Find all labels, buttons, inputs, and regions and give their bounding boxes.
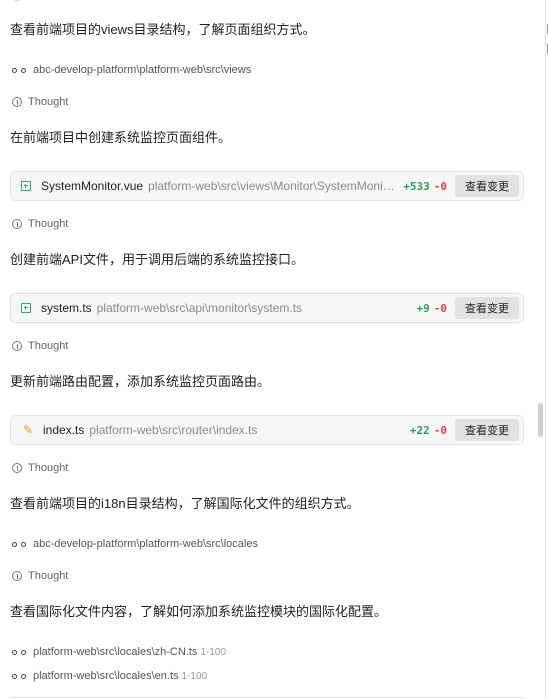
thought-label: Thought [28, 570, 69, 582]
thought-toggle[interactable]: Thought [12, 218, 68, 230]
thought-label: Thought [28, 96, 69, 108]
file-change-card[interactable]: SystemMonitor.vue platform-web\src\views… [10, 171, 524, 201]
ref-path: platform-web\src\locales\en.ts [33, 670, 179, 682]
info-circle-icon [12, 571, 22, 581]
thought-toggle[interactable]: Thought [12, 340, 68, 352]
assistant-message: 查看国际化文件内容，了解如何添加系统监控模块的国际化配置。 [10, 604, 388, 619]
ref-path: abc-develop-platform\platform-web\src\lo… [33, 538, 258, 550]
file-name: SystemMonitor.vue [41, 179, 144, 193]
directory-ref-views[interactable]: abc-develop-platform\platform-web\src\vi… [12, 64, 251, 76]
glasses-icon [12, 67, 26, 74]
file-name: index.ts [43, 423, 85, 437]
assistant-message: 更新前端路由配置，添加系统监控页面路由。 [10, 374, 271, 389]
ref-path: platform-web\src\locales\zh-CN.ts [33, 646, 198, 658]
file-path: platform-web\src\views\Monitor\SystemMon… [148, 179, 396, 193]
file-change-card[interactable]: system.ts platform-web\src\api\monitor\s… [10, 293, 524, 323]
assistant-message: 创建前端API文件，用于调用后端的系统监控接口。 [10, 252, 304, 267]
lines-deleted: -0 [433, 423, 447, 437]
view-changes-button[interactable]: 查看变更 [455, 175, 519, 197]
lines-added: +9 [416, 301, 430, 315]
thought-label: Thought [28, 462, 69, 474]
file-name: system.ts [41, 301, 92, 315]
lines-deleted: -0 [433, 301, 447, 315]
file-path: platform-web\src\router\index.ts [89, 423, 258, 437]
assistant-message: 查看前端项目的i18n目录结构，了解国际化文件的组织方式。 [10, 496, 360, 511]
view-changes-button[interactable]: 查看变更 [455, 419, 519, 441]
info-circle-icon [12, 219, 22, 229]
ref-path: abc-develop-platform\platform-web\src\vi… [33, 64, 252, 76]
thought-toggle[interactable]: Thought [12, 570, 68, 582]
thought-label: Thought [28, 340, 69, 352]
pencil-icon: ✎ [22, 423, 34, 437]
lines-added: +22 [409, 423, 430, 437]
glasses-icon [12, 649, 26, 656]
divider [10, 697, 524, 698]
thought-toggle[interactable]: Thought [12, 462, 68, 474]
line-range: 1-100 [200, 646, 227, 658]
file-plus-icon [21, 303, 31, 313]
file-ref-zh-cn[interactable]: platform-web\src\locales\zh-CN.ts 1-100 [12, 646, 226, 658]
message-avatar-fragment [14, 0, 20, 2]
assistant-message: 查看前端项目的views目录结构，了解页面组织方式。 [10, 22, 316, 37]
lines-added: +533 [403, 179, 430, 193]
directory-ref-locales[interactable]: abc-develop-platform\platform-web\src\lo… [12, 538, 258, 550]
info-circle-icon [12, 341, 22, 351]
file-plus-icon [21, 181, 31, 191]
thought-toggle[interactable]: Thought [12, 96, 68, 108]
assistant-message: 在前端项目中创建系统监控页面组件。 [10, 130, 232, 145]
view-changes-button[interactable]: 查看变更 [455, 297, 519, 319]
info-circle-icon [12, 463, 22, 473]
info-circle-icon [12, 97, 22, 107]
glasses-icon [12, 673, 26, 680]
file-path: platform-web\src\api\monitor\system.ts [96, 301, 303, 315]
file-change-card[interactable]: ✎ index.ts platform-web\src\router\index… [10, 415, 524, 445]
glasses-icon [12, 541, 26, 548]
scrollbar-thumb[interactable] [538, 403, 543, 437]
chat-log: 查看前端项目的views目录结构，了解页面组织方式。 abc-develop-p… [0, 0, 536, 699]
file-ref-en[interactable]: platform-web\src\locales\en.ts 1-100 [12, 670, 207, 682]
line-range: 1-100 [181, 670, 208, 682]
thought-label: Thought [28, 218, 69, 230]
lines-deleted: -0 [433, 179, 447, 193]
